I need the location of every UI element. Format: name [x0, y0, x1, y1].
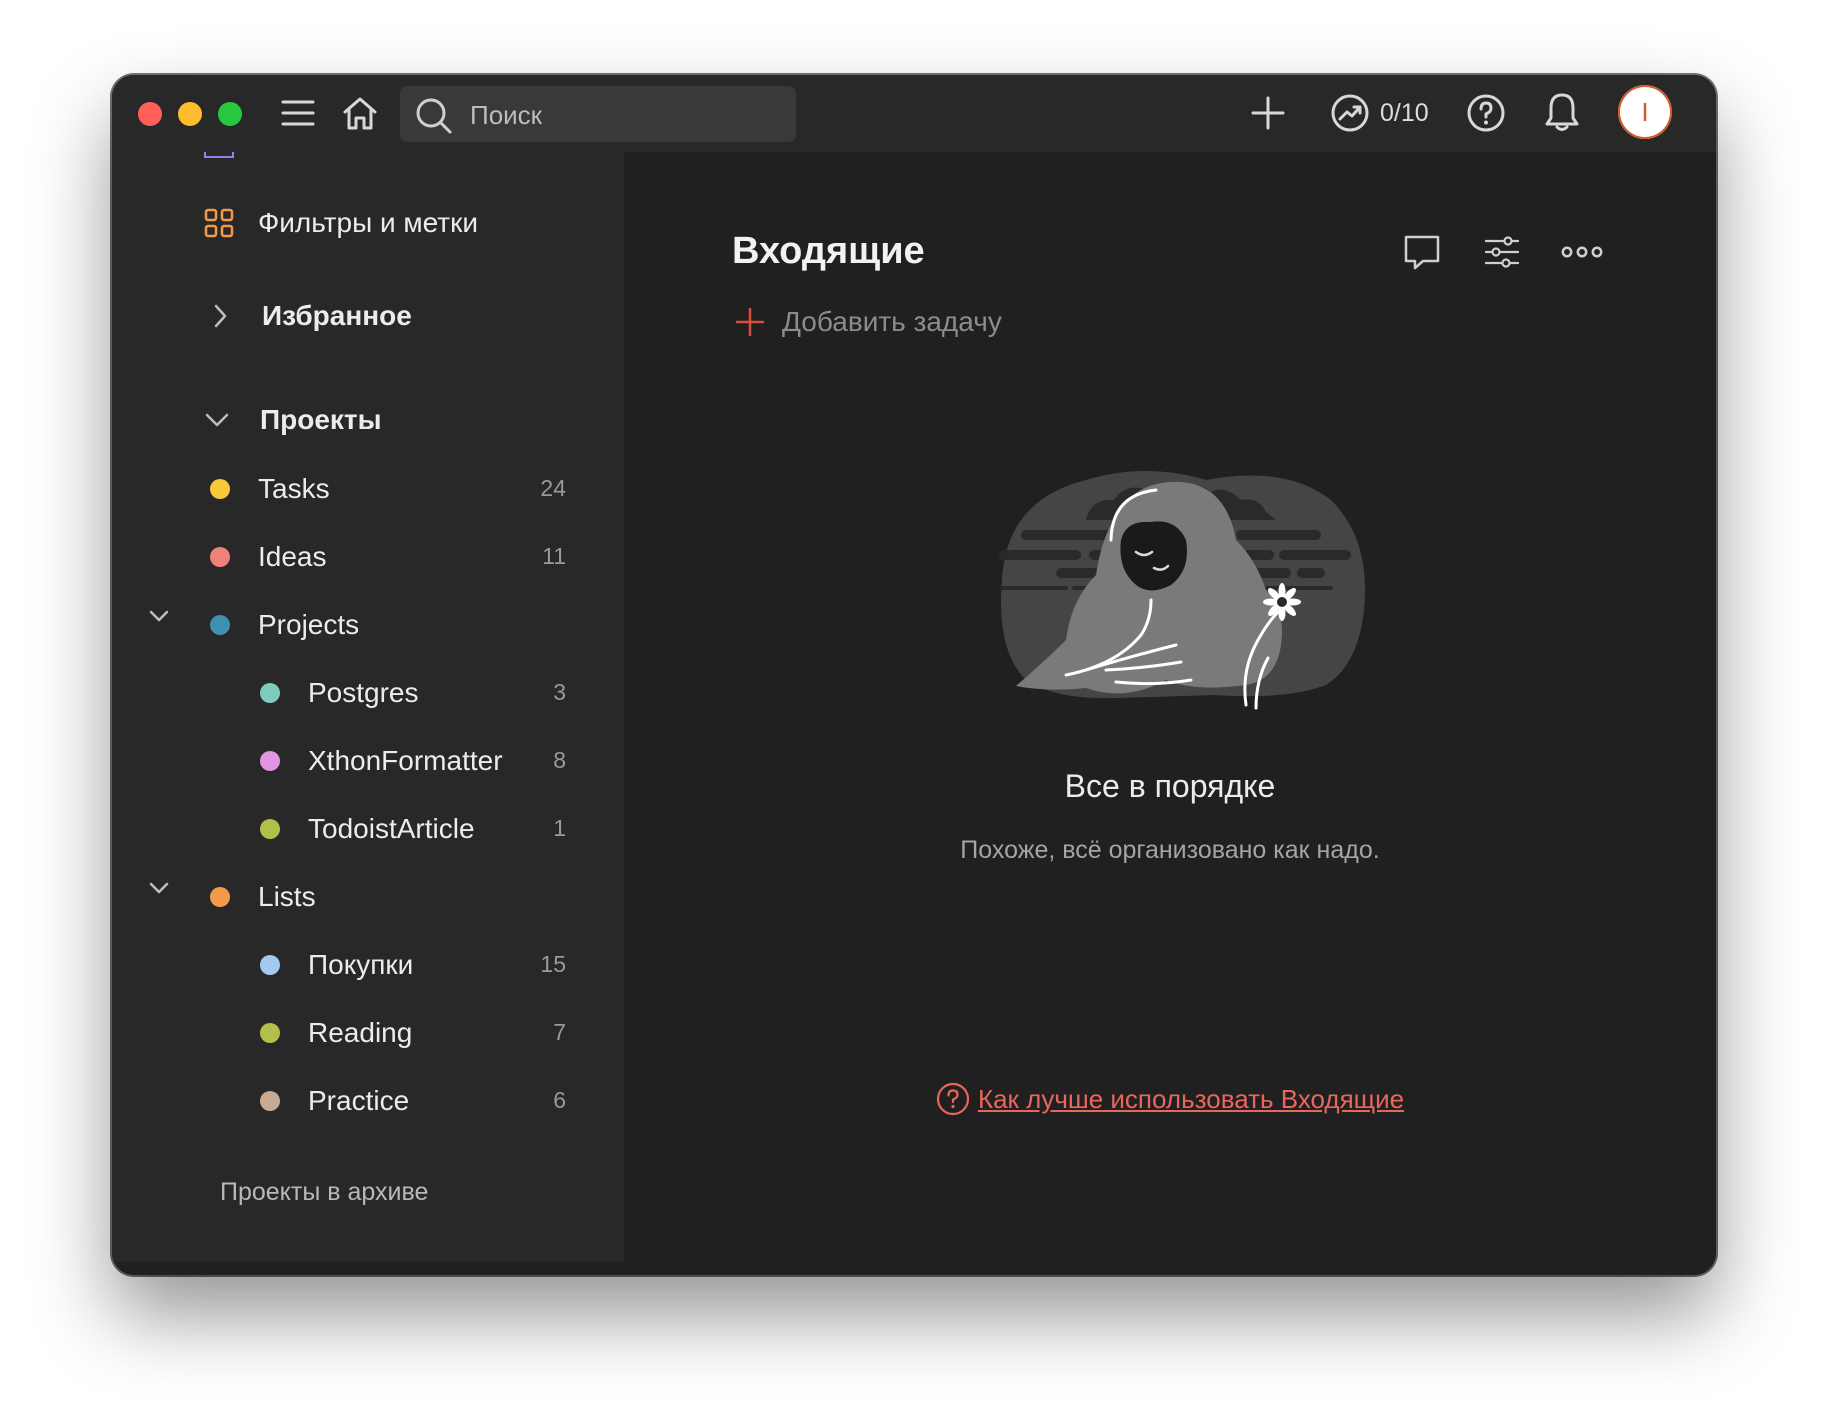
search-box[interactable]: Поиск: [400, 86, 796, 142]
sidebar-item-label: Фильтры и метки: [258, 207, 478, 238]
plus-icon: [735, 307, 765, 337]
chevron-down-icon[interactable]: [148, 608, 170, 624]
productivity-button[interactable]: [1328, 91, 1372, 135]
sliders-icon: [1484, 236, 1520, 268]
comments-button[interactable]: [1402, 232, 1442, 272]
project-color-dot: [260, 955, 280, 975]
title-bar: Поиск 0/10 I: [112, 75, 1716, 152]
bell-icon: [1545, 93, 1579, 131]
favorites-label: Избранное: [262, 300, 412, 331]
sidebar: Фильтры и метки Избранное Проекты Tasks …: [112, 152, 624, 1262]
notifications-button[interactable]: [1540, 89, 1584, 135]
task-count: 1: [553, 815, 566, 841]
trend-up-icon: [1331, 94, 1369, 132]
zoom-window-button[interactable]: [218, 102, 242, 126]
task-count: 7: [553, 1019, 566, 1045]
inbox-help-link[interactable]: Как лучше использовать Входящие: [978, 1084, 1404, 1115]
sidebar-item-filters-labels[interactable]: Фильтры и метки: [204, 203, 478, 243]
project-name: Postgres: [308, 677, 419, 708]
empty-state-title: Все в порядке: [1064, 768, 1276, 804]
view-options-button[interactable]: [1482, 232, 1522, 272]
projects-label: Проекты: [260, 404, 382, 435]
home-button[interactable]: [338, 91, 382, 135]
comment-icon: [1404, 235, 1440, 270]
task-count: 24: [540, 475, 566, 501]
app-window: Поиск 0/10 I Фильтры и метки Избранное П…: [112, 75, 1716, 1275]
sidebar-item-partial: [204, 152, 234, 158]
favorites-section-header[interactable]: Избранное: [210, 296, 412, 336]
task-count: 8: [553, 747, 566, 773]
project-name: TodoistArticle: [308, 813, 475, 844]
archived-projects-link[interactable]: Проекты в архиве: [220, 1178, 428, 1207]
help-link-container: Как лучше использовать Входящие: [624, 1082, 1716, 1123]
chevron-down-icon[interactable]: [148, 880, 170, 896]
ellipsis-icon: [1561, 246, 1603, 258]
project-name: Practice: [308, 1085, 410, 1116]
help-button[interactable]: [1464, 91, 1508, 135]
project-name: Projects: [258, 609, 360, 640]
projects-section-header[interactable]: Проекты: [204, 400, 382, 440]
quick-add-button[interactable]: [1248, 93, 1288, 133]
project-color-dot: [260, 1091, 280, 1111]
project-name: Ideas: [258, 541, 327, 572]
main-content: Входящие Добавить задачу Все в порядке П…: [624, 152, 1716, 1275]
project-color-dot: [260, 819, 280, 839]
project-color-dot: [260, 1023, 280, 1043]
task-count: 3: [553, 679, 566, 705]
chevron-right-icon: [214, 304, 227, 328]
project-color-dot: [210, 547, 230, 567]
add-task-label: Добавить задачу: [782, 306, 1002, 337]
menu-toggle-button[interactable]: [278, 93, 318, 133]
project-color-dot: [260, 683, 280, 703]
karma-counter[interactable]: 0/10: [1380, 99, 1429, 128]
task-count: 15: [540, 951, 566, 977]
task-count: 6: [553, 1087, 566, 1113]
plus-icon: [1251, 96, 1285, 130]
avatar-initial: I: [1641, 96, 1649, 127]
help-circle-icon: [1467, 94, 1505, 132]
project-name: Lists: [258, 881, 316, 912]
project-color-dot: [210, 479, 230, 499]
avatar[interactable]: I: [1618, 85, 1672, 139]
project-color-dot: [260, 751, 280, 771]
filters-grid-icon: [204, 208, 234, 238]
help-circle-icon: [936, 1082, 970, 1116]
more-options-button[interactable]: [1560, 232, 1604, 272]
search-icon: [414, 96, 454, 141]
home-icon: [343, 97, 377, 130]
page-title: Входящие: [732, 230, 925, 272]
search-placeholder: Поиск: [470, 100, 543, 130]
chevron-down-icon: [205, 413, 229, 427]
project-name: Покупки: [308, 949, 414, 980]
close-window-button[interactable]: [138, 102, 162, 126]
project-name: Tasks: [258, 473, 330, 504]
task-count: 11: [542, 543, 566, 569]
project-name: XthonFormatter: [308, 745, 503, 776]
empty-state-illustration: [999, 471, 1366, 710]
empty-state-subtitle: Похоже, всё организовано как надо.: [960, 836, 1380, 864]
minimize-window-button[interactable]: [178, 102, 202, 126]
hamburger-icon: [281, 100, 315, 126]
project-color-dot: [210, 615, 230, 635]
project-color-dot: [210, 887, 230, 907]
project-name: Reading: [308, 1017, 413, 1048]
